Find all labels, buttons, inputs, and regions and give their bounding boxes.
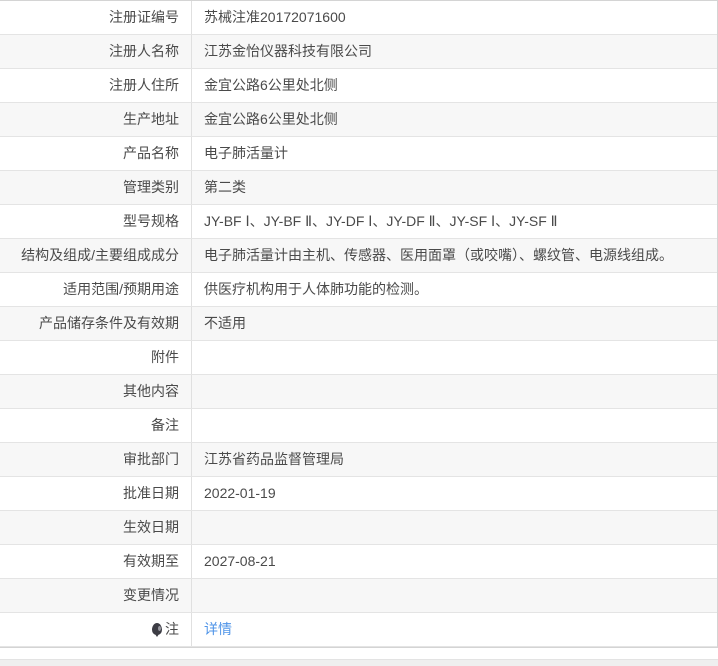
details-link[interactable]: 详情 <box>204 621 232 637</box>
row-label-text: 有效期至 <box>123 553 179 569</box>
table-row: 变更情况 <box>0 579 717 613</box>
row-value <box>192 579 717 612</box>
row-value: 不适用 <box>192 307 717 340</box>
row-value-text: JY-BF Ⅰ、JY-BF Ⅱ、JY-DF Ⅰ、JY-DF Ⅱ、JY-SF Ⅰ、… <box>204 213 558 229</box>
row-value-text: 江苏金怡仪器科技有限公司 <box>204 43 372 59</box>
row-label: 审批部门 <box>0 443 192 476</box>
row-value: 第二类 <box>192 171 717 204</box>
registration-info-table: 注册证编号 苏械注准20172071600 注册人名称 江苏金怡仪器科技有限公司 注册人… <box>0 0 718 648</box>
row-value-text: 第二类 <box>204 179 246 195</box>
row-label-text: 其他内容 <box>123 383 179 399</box>
row-label-text: 变更情况 <box>123 587 179 603</box>
row-label: 变更情况 <box>0 579 192 612</box>
table-row: 注册人住所 金宜公路6公里处北侧 <box>0 69 717 103</box>
table-row: 型号规格 JY-BF Ⅰ、JY-BF Ⅱ、JY-DF Ⅰ、JY-DF Ⅱ、JY-S… <box>0 205 717 239</box>
row-value: 2022-01-19 <box>192 477 717 510</box>
table-row: 产品储存条件及有效期 不适用 <box>0 307 717 341</box>
row-label: 注册人名称 <box>0 35 192 68</box>
row-label-text: 产品名称 <box>123 145 179 161</box>
table-row: 生效日期 <box>0 511 717 545</box>
note-balloon-icon <box>152 623 162 637</box>
table-row: 附件 <box>0 341 717 375</box>
row-value: 电子肺活量计 <box>192 137 717 170</box>
row-label-text: 管理类别 <box>123 179 179 195</box>
row-value-text: 电子肺活量计 <box>204 145 288 161</box>
row-label-text: 生效日期 <box>123 519 179 535</box>
row-label: 管理类别 <box>0 171 192 204</box>
row-label-text: 型号规格 <box>123 213 179 229</box>
table-row: 适用范围/预期用途 供医疗机构用于人体肺功能的检测。 <box>0 273 717 307</box>
row-value: 供医疗机构用于人体肺功能的检测。 <box>192 273 717 306</box>
row-value-text: 2022-01-19 <box>204 485 276 501</box>
row-value-text: 2027-08-21 <box>204 553 276 569</box>
table-row: 其他内容 <box>0 375 717 409</box>
row-value: 详情 <box>192 613 717 646</box>
row-value: 苏械注准20172071600 <box>192 1 717 34</box>
row-label: 生产地址 <box>0 103 192 136</box>
row-label: 型号规格 <box>0 205 192 238</box>
table-row: 有效期至 2027-08-21 <box>0 545 717 579</box>
row-value <box>192 375 717 408</box>
row-label: 有效期至 <box>0 545 192 578</box>
row-label: 产品名称 <box>0 137 192 170</box>
row-label-text: 审批部门 <box>123 451 179 467</box>
row-label-text: 注册人名称 <box>109 43 179 59</box>
table-row: 注 详情 <box>0 613 717 647</box>
footer-bar <box>0 659 718 666</box>
row-label-text: 注 <box>165 621 179 637</box>
row-value-text: 电子肺活量计由主机、传感器、医用面罩（或咬嘴）、螺纹管、电源线组成。 <box>204 247 673 263</box>
row-label-text: 注册证编号 <box>109 9 179 25</box>
registration-detail-page: 注册证编号 苏械注准20172071600 注册人名称 江苏金怡仪器科技有限公司 注册人… <box>0 0 718 666</box>
row-label-text: 注册人住所 <box>109 77 179 93</box>
row-value-text: 金宜公路6公里处北侧 <box>204 77 338 93</box>
row-value-text: 苏械注准20172071600 <box>204 9 346 25</box>
row-label: 产品储存条件及有效期 <box>0 307 192 340</box>
row-label: 注 <box>0 613 192 646</box>
table-row: 生产地址 金宜公路6公里处北侧 <box>0 103 717 137</box>
table-row: 备注 <box>0 409 717 443</box>
table-row: 注册证编号 苏械注准20172071600 <box>0 1 717 35</box>
row-label-text: 备注 <box>151 417 179 433</box>
row-value: JY-BF Ⅰ、JY-BF Ⅱ、JY-DF Ⅰ、JY-DF Ⅱ、JY-SF Ⅰ、… <box>192 205 717 238</box>
row-value-text: 不适用 <box>204 315 246 331</box>
table-row: 管理类别 第二类 <box>0 171 717 205</box>
table-row: 批准日期 2022-01-19 <box>0 477 717 511</box>
row-value <box>192 409 717 442</box>
row-label: 适用范围/预期用途 <box>0 273 192 306</box>
row-label-text: 适用范围/预期用途 <box>63 281 179 297</box>
row-label: 批准日期 <box>0 477 192 510</box>
row-label: 注册证编号 <box>0 1 192 34</box>
table-row: 注册人名称 江苏金怡仪器科技有限公司 <box>0 35 717 69</box>
row-label-text: 生产地址 <box>123 111 179 127</box>
row-label-text: 批准日期 <box>123 485 179 501</box>
row-value: 金宜公路6公里处北侧 <box>192 69 717 102</box>
row-value-text: 供医疗机构用于人体肺功能的检测。 <box>204 281 428 297</box>
row-value: 江苏金怡仪器科技有限公司 <box>192 35 717 68</box>
table-row: 审批部门 江苏省药品监督管理局 <box>0 443 717 477</box>
row-value <box>192 341 717 374</box>
row-label: 注册人住所 <box>0 69 192 102</box>
row-value-text: 江苏省药品监督管理局 <box>204 451 344 467</box>
row-value: 电子肺活量计由主机、传感器、医用面罩（或咬嘴）、螺纹管、电源线组成。 <box>192 239 717 272</box>
row-label: 生效日期 <box>0 511 192 544</box>
row-label: 备注 <box>0 409 192 442</box>
row-label-text: 附件 <box>151 349 179 365</box>
row-value-text: 金宜公路6公里处北侧 <box>204 111 338 127</box>
row-label-text: 产品储存条件及有效期 <box>39 315 179 331</box>
table-row: 结构及组成/主要组成成分 电子肺活量计由主机、传感器、医用面罩（或咬嘴）、螺纹管、… <box>0 239 717 273</box>
row-label: 其他内容 <box>0 375 192 408</box>
row-label: 结构及组成/主要组成成分 <box>0 239 192 272</box>
row-value: 江苏省药品监督管理局 <box>192 443 717 476</box>
row-value: 金宜公路6公里处北侧 <box>192 103 717 136</box>
bottom-spacer <box>0 648 718 659</box>
table-row: 产品名称 电子肺活量计 <box>0 137 717 171</box>
row-value <box>192 511 717 544</box>
row-label-text: 结构及组成/主要组成成分 <box>21 247 179 263</box>
row-value: 2027-08-21 <box>192 545 717 578</box>
row-label: 附件 <box>0 341 192 374</box>
